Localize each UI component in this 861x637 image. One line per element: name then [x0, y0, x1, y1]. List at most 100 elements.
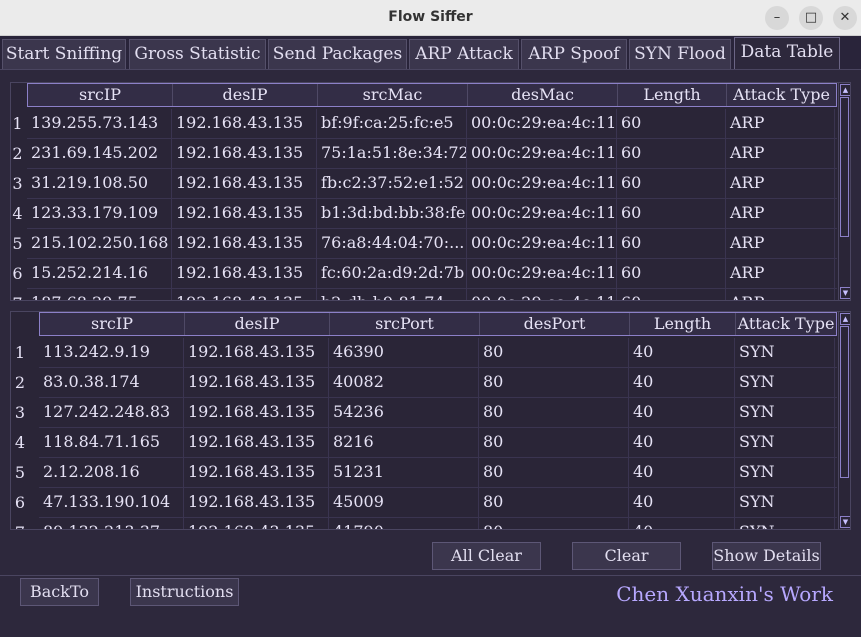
syn-col-desport[interactable]: desPort [480, 313, 630, 335]
arp-cell-attack-type[interactable]: ARP [726, 259, 835, 288]
table-row[interactable]: 187.68.29.75 192.168.43.135 b2:db:b9:81:… [27, 289, 837, 300]
arp-cell-srcip[interactable]: 187.68.29.75 [27, 289, 172, 300]
arp-cell-desmac[interactable]: 00:0c:29:ea:4c:11 [467, 229, 617, 258]
arp-cell-desmac[interactable]: 00:0c:29:ea:4c:11 [467, 199, 617, 228]
syn-cell-desport[interactable]: 80 [479, 398, 629, 427]
syn-cell-attack-type[interactable]: SYN [735, 518, 835, 529]
arp-col-srcmac[interactable]: srcMac [318, 84, 468, 106]
arp-cell-srcmac[interactable]: 76:a8:44:04:70:... [317, 229, 467, 258]
arp-col-attack-type[interactable]: Attack Type [727, 84, 836, 106]
syn-cell-srcip[interactable]: 2.12.208.16 [39, 458, 184, 487]
arp-cell-attack-type[interactable]: ARP [726, 139, 835, 168]
tab-arp-spoof[interactable]: ARP Spoof [521, 39, 627, 69]
syn-cell-length[interactable]: 40 [629, 368, 735, 397]
arp-cell-desip[interactable]: 192.168.43.135 [172, 259, 317, 288]
close-button[interactable]: ✕ [833, 6, 857, 30]
syn-cell-srcport[interactable]: 54236 [329, 398, 479, 427]
arp-cell-length[interactable]: 60 [617, 109, 726, 138]
syn-cell-srcport[interactable]: 46390 [329, 338, 479, 367]
arp-vertical-scrollbar[interactable]: ▲ ▼ [838, 83, 850, 300]
syn-cell-srcport[interactable]: 45009 [329, 488, 479, 517]
arp-cell-length[interactable]: 60 [617, 229, 726, 258]
tab-arp-attack[interactable]: ARP Attack [409, 39, 519, 69]
syn-col-attack-type[interactable]: Attack Type [736, 313, 836, 335]
syn-cell-attack-type[interactable]: SYN [735, 368, 835, 397]
scroll-down-icon[interactable]: ▼ [840, 287, 850, 299]
arp-cell-desmac[interactable]: 00:0c:29:ea:4c:11 [467, 139, 617, 168]
syn-cell-attack-type[interactable]: SYN [735, 398, 835, 427]
syn-cell-attack-type[interactable]: SYN [735, 428, 835, 457]
syn-vertical-scrollbar[interactable]: ▲ ▼ [838, 312, 850, 529]
table-row[interactable]: 31.219.108.50 192.168.43.135 fb:c2:37:52… [27, 169, 837, 199]
syn-cell-desip[interactable]: 192.168.43.135 [184, 398, 329, 427]
arp-col-length[interactable]: Length [618, 84, 727, 106]
syn-cell-attack-type[interactable]: SYN [735, 338, 835, 367]
arp-cell-desmac[interactable]: 00:0c:29:ea:4c:11 [467, 259, 617, 288]
tab-gross-statistic[interactable]: Gross Statistic [129, 39, 266, 69]
arp-cell-srcmac[interactable]: 75:1a:51:8e:34:72 [317, 139, 467, 168]
scroll-up-icon[interactable]: ▲ [840, 313, 850, 325]
syn-cell-desip[interactable]: 192.168.43.135 [184, 368, 329, 397]
syn-col-srcport[interactable]: srcPort [330, 313, 480, 335]
table-row[interactable]: 15.252.214.16 192.168.43.135 fc:60:2a:d9… [27, 259, 837, 289]
syn-cell-desport[interactable]: 80 [479, 368, 629, 397]
arp-cell-desmac[interactable]: 00:0c:29:ea:4c:11 [467, 169, 617, 198]
syn-col-length[interactable]: Length [630, 313, 736, 335]
syn-cell-srcip[interactable]: 113.242.9.19 [39, 338, 184, 367]
tab-syn-flood[interactable]: SYN Flood [629, 39, 731, 69]
syn-cell-desport[interactable]: 80 [479, 488, 629, 517]
arp-cell-srcmac[interactable]: b1:3d:bd:bb:38:fe [317, 199, 467, 228]
scroll-up-icon[interactable]: ▲ [840, 84, 850, 96]
syn-cell-desip[interactable]: 192.168.43.135 [184, 458, 329, 487]
arp-cell-srcip[interactable]: 139.255.73.143 [27, 109, 172, 138]
syn-cell-attack-type[interactable]: SYN [735, 488, 835, 517]
arp-cell-attack-type[interactable]: ARP [726, 109, 835, 138]
syn-cell-length[interactable]: 40 [629, 488, 735, 517]
arp-cell-srcmac[interactable]: fc:60:2a:d9:2d:7b [317, 259, 467, 288]
arp-cell-length[interactable]: 60 [617, 169, 726, 198]
arp-cell-desip[interactable]: 192.168.43.135 [172, 229, 317, 258]
syn-cell-srcport[interactable]: 51231 [329, 458, 479, 487]
syn-cell-attack-type[interactable]: SYN [735, 458, 835, 487]
syn-col-desip[interactable]: desIP [185, 313, 330, 335]
arp-cell-desmac[interactable]: 00:0c:29:ea:4c:11 [467, 109, 617, 138]
instructions-button[interactable]: Instructions [130, 578, 239, 606]
syn-cell-length[interactable]: 40 [629, 518, 735, 529]
arp-cell-desip[interactable]: 192.168.43.135 [172, 139, 317, 168]
syn-cell-desport[interactable]: 80 [479, 338, 629, 367]
arp-cell-attack-type[interactable]: ARP [726, 229, 835, 258]
arp-cell-srcip[interactable]: 15.252.214.16 [27, 259, 172, 288]
arp-col-desip[interactable]: desIP [173, 84, 318, 106]
scroll-thumb[interactable] [840, 326, 849, 478]
arp-cell-length[interactable]: 60 [617, 289, 726, 300]
arp-cell-length[interactable]: 60 [617, 199, 726, 228]
arp-cell-desmac[interactable]: 00:0c:29:ea:4c:11 [467, 289, 617, 300]
tab-data-table[interactable]: Data Table [734, 37, 840, 69]
syn-cell-srcip[interactable]: 89.132.213.37 [39, 518, 184, 529]
table-row[interactable]: 47.133.190.104 192.168.43.135 45009 80 4… [39, 488, 837, 518]
tab-start-sniffing[interactable]: Start Sniffing [2, 39, 126, 69]
syn-cell-desport[interactable]: 80 [479, 518, 629, 529]
table-row[interactable]: 231.69.145.202 192.168.43.135 75:1a:51:8… [27, 139, 837, 169]
all-clear-button[interactable]: All Clear [432, 542, 541, 570]
arp-cell-srcmac[interactable]: b2:db:b9:81:74 [317, 289, 467, 300]
table-row[interactable]: 118.84.71.165 192.168.43.135 8216 80 40 … [39, 428, 837, 458]
arp-cell-desip[interactable]: 192.168.43.135 [172, 289, 317, 300]
syn-cell-srcip[interactable]: 47.133.190.104 [39, 488, 184, 517]
syn-cell-desip[interactable]: 192.168.43.135 [184, 428, 329, 457]
arp-cell-desip[interactable]: 192.168.43.135 [172, 199, 317, 228]
syn-cell-srcip[interactable]: 118.84.71.165 [39, 428, 184, 457]
arp-cell-desip[interactable]: 192.168.43.135 [172, 109, 317, 138]
arp-col-desmac[interactable]: desMac [468, 84, 618, 106]
syn-cell-srcport[interactable]: 41790 [329, 518, 479, 529]
arp-cell-desip[interactable]: 192.168.43.135 [172, 169, 317, 198]
syn-cell-srcport[interactable]: 8216 [329, 428, 479, 457]
syn-table[interactable]: srcIP desIP srcPort desPort Length Attac… [10, 311, 851, 530]
syn-cell-desip[interactable]: 192.168.43.135 [184, 518, 329, 529]
syn-cell-length[interactable]: 40 [629, 398, 735, 427]
table-row[interactable]: 2.12.208.16 192.168.43.135 51231 80 40 S… [39, 458, 837, 488]
syn-cell-desport[interactable]: 80 [479, 428, 629, 457]
show-details-button[interactable]: Show Details [712, 542, 821, 570]
arp-cell-srcmac[interactable]: fb:c2:37:52:e1:52 [317, 169, 467, 198]
syn-cell-length[interactable]: 40 [629, 338, 735, 367]
